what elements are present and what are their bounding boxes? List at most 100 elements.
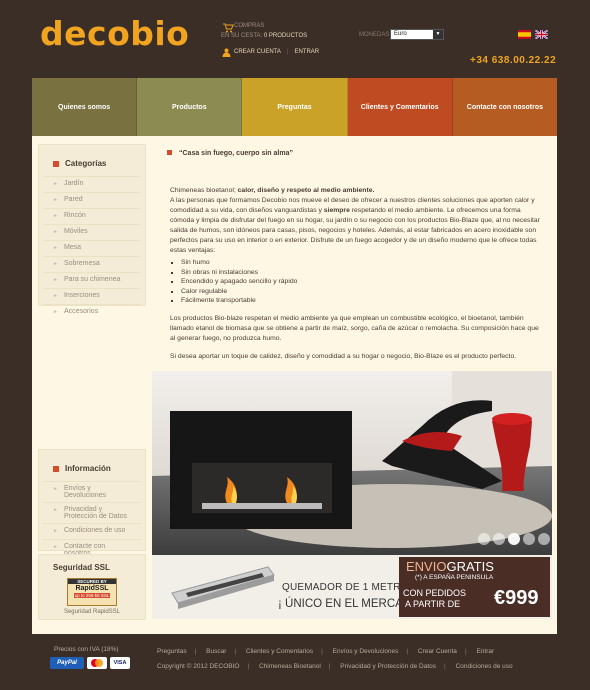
nav-label: Contacte con nosotros [466, 103, 544, 111]
fireplace-photo [152, 371, 552, 555]
sidebar-item-label: Pared [63, 196, 83, 203]
info-title-text: Información [65, 464, 111, 473]
arrow-icon: ► [53, 309, 58, 315]
envio-text: ENVIO [406, 559, 447, 574]
sidebar-item-condiciones[interactable]: ► Condiciones de uso [43, 523, 141, 539]
rapidssl-badge[interactable]: SECURED BY RapidSSL up to 256-bit SSL [67, 578, 117, 606]
arrow-icon: ► [53, 197, 58, 203]
header: decobio COMPRAS EN SU CESTA: 0 PRODUCTOS… [0, 0, 590, 78]
nav-label: Clientes y Comentarios [360, 103, 439, 111]
arrow-icon: ► [53, 544, 58, 550]
categories-box: Categorías ► Jardín ► Pared ► Rincón ► Móvil… [38, 144, 146, 315]
sidebar-item-privacidad[interactable]: ► Privacidad y Protección de Datos [43, 502, 141, 523]
footer-link-chimeneas[interactable]: Chimeneas Bioetanol [259, 663, 321, 670]
nav-label: Preguntas [277, 103, 312, 111]
mastercard-logo [91, 659, 103, 667]
slide-dot[interactable] [493, 533, 505, 545]
banner-price: €999 [494, 587, 539, 609]
footer-link-condiciones[interactable]: Condiciones de uso [456, 663, 513, 670]
intro-bold: calor, diseño y respeto al medio ambient… [237, 187, 375, 194]
advantages-list: Sin humo Sin obras ni instalaciones Ence… [181, 258, 545, 306]
nav-productos[interactable]: Productos [137, 78, 243, 136]
ssl-title: Seguridad SSL [39, 555, 145, 578]
slide-dot-active[interactable] [508, 533, 520, 545]
list-item: Sin obras ni instalaciones [181, 268, 545, 278]
phone-number[interactable]: +34 638.00.22.22 [470, 55, 556, 66]
bullet-icon [53, 465, 59, 472]
sidebar-item-inserciones[interactable]: ► Inserciones [43, 288, 141, 304]
gratis-text: GRATIS [446, 559, 494, 574]
arrow-icon: ► [53, 181, 58, 187]
sidebar-item-label: Móviles [63, 228, 88, 235]
sidebar-item-label: Inserciones [63, 292, 100, 299]
sidebar-item-pared[interactable]: ► Pared [43, 192, 141, 208]
currency-label: MONEDAS: [359, 32, 392, 38]
login-link[interactable]: ENTRAR [294, 49, 319, 55]
currency-select[interactable]: Euro ▼ [390, 29, 444, 40]
slide-dot[interactable] [538, 533, 550, 545]
arrow-icon: ► [53, 528, 58, 534]
sidebar-item-label: Para su chimenea [63, 276, 121, 283]
sidebar-item-jardin[interactable]: ► Jardín [43, 176, 141, 192]
footer-link-envios[interactable]: Envíos y Devoluciones [333, 648, 399, 655]
paypal-icon: PayPal [50, 657, 84, 669]
spanish-flag-icon[interactable] [518, 30, 531, 39]
intro-plain: Chimeneas bioetanol; [170, 187, 238, 194]
cart-count[interactable]: 0 PRODUCTOS [264, 33, 307, 39]
banner-free-shipping: ENVIOGRATIS (*) A ESPAÑA PENINSULA CON P… [399, 557, 550, 617]
arrow-icon: ► [53, 229, 58, 235]
account-links: CREAR CUENTA | ENTRAR [234, 49, 320, 55]
sidebar-item-sobremesa[interactable]: ► Sobremesa [43, 256, 141, 272]
categories-title: Categorías [39, 145, 145, 176]
sidebar-item-label: Mesa [63, 244, 82, 251]
sidebar-item-label: Accesorios [63, 308, 99, 315]
paragraph-3: Si desea aportar un toque de calidez, di… [170, 352, 517, 360]
nav-contacte[interactable]: Contacte con nosotros [452, 78, 558, 136]
bullet-icon [167, 150, 172, 155]
info-box: Información ► Envíos y Devoluciones ► Priv… [38, 449, 146, 557]
cart-sub-prefix: EN SU CESTA: [221, 33, 263, 39]
cart-summary[interactable]: EN SU CESTA: 0 PRODUCTOS [221, 33, 307, 39]
intro: Chimeneas bioetanol; calor, diseño y res… [170, 186, 545, 196]
sidebar-item-label: Privacidad y Protección de Datos [63, 506, 127, 520]
sidebar-item-label: Jardín [63, 180, 84, 187]
promo-banner[interactable]: QUEMADOR DE 1 METRO, 5 L. ¡ ÚNICO EN EL … [152, 555, 552, 619]
sidebar-item-para-su-chimenea[interactable]: ► Para su chimenea [43, 272, 141, 288]
footer-link-entrar[interactable]: Entrar [476, 648, 494, 655]
sidebar-item-mesa[interactable]: ► Mesa [43, 240, 141, 256]
sidebar-item-label: Sobremesa [63, 260, 100, 267]
sidebar-item-accesorios[interactable]: ► Accesorios [43, 304, 141, 320]
slide-dot[interactable] [478, 533, 490, 545]
paragraph-2: Los productos Bio-blaze respetan el medi… [170, 314, 539, 342]
main-nav: Quienes somos Productos Preguntas Client… [32, 78, 558, 136]
arrow-icon: ► [53, 507, 58, 513]
con-pedidos: CON PEDIDOS [403, 588, 467, 598]
list-item: Sin humo [181, 258, 545, 268]
arrow-icon: ► [53, 261, 58, 267]
ssl-badge-brand: RapidSSL [75, 585, 109, 592]
ssl-title-text: Seguridad SSL [53, 563, 110, 572]
sidebar-item-envios[interactable]: ► Envíos y Devoluciones [43, 481, 141, 502]
create-account-link[interactable]: CREAR CUENTA [234, 49, 281, 55]
hero-slideshow[interactable] [152, 371, 552, 555]
footer-link-clientes[interactable]: Clientes y Comentarios [246, 648, 313, 655]
footer-link-preguntas[interactable]: Preguntas [157, 648, 187, 655]
list-item: Calor regulable [181, 287, 545, 297]
sidebar-item-moviles[interactable]: ► Móviles [43, 224, 141, 240]
english-flag-icon[interactable] [535, 30, 548, 39]
nav-preguntas[interactable]: Preguntas [242, 78, 348, 136]
nav-quienes-somos[interactable]: Quienes somos [32, 78, 138, 136]
copyright: Copyright © 2012 DECOBIO [157, 663, 240, 670]
slide-dot[interactable] [523, 533, 535, 545]
p1-bold: siempre [323, 207, 350, 214]
logo[interactable]: decobio [40, 14, 189, 53]
footer-link-crear-cuenta[interactable]: Crear Cuenta [418, 648, 457, 655]
sidebar-item-rincon[interactable]: ► Rincón [43, 208, 141, 224]
ssl-caption: Seguridad RapidSSL [63, 609, 121, 615]
footer-link-privacidad[interactable]: Privacidad y Protección de Datos [340, 663, 436, 670]
footer-link-buscar[interactable]: Buscar [206, 648, 226, 655]
nav-clientes-comentarios[interactable]: Clientes y Comentarios [347, 78, 453, 136]
p1-b: respetando el medio ambiente. Le ofrecem… [170, 207, 540, 254]
sidebar-item-label: Rincón [63, 212, 86, 219]
arrow-icon: ► [53, 277, 58, 283]
